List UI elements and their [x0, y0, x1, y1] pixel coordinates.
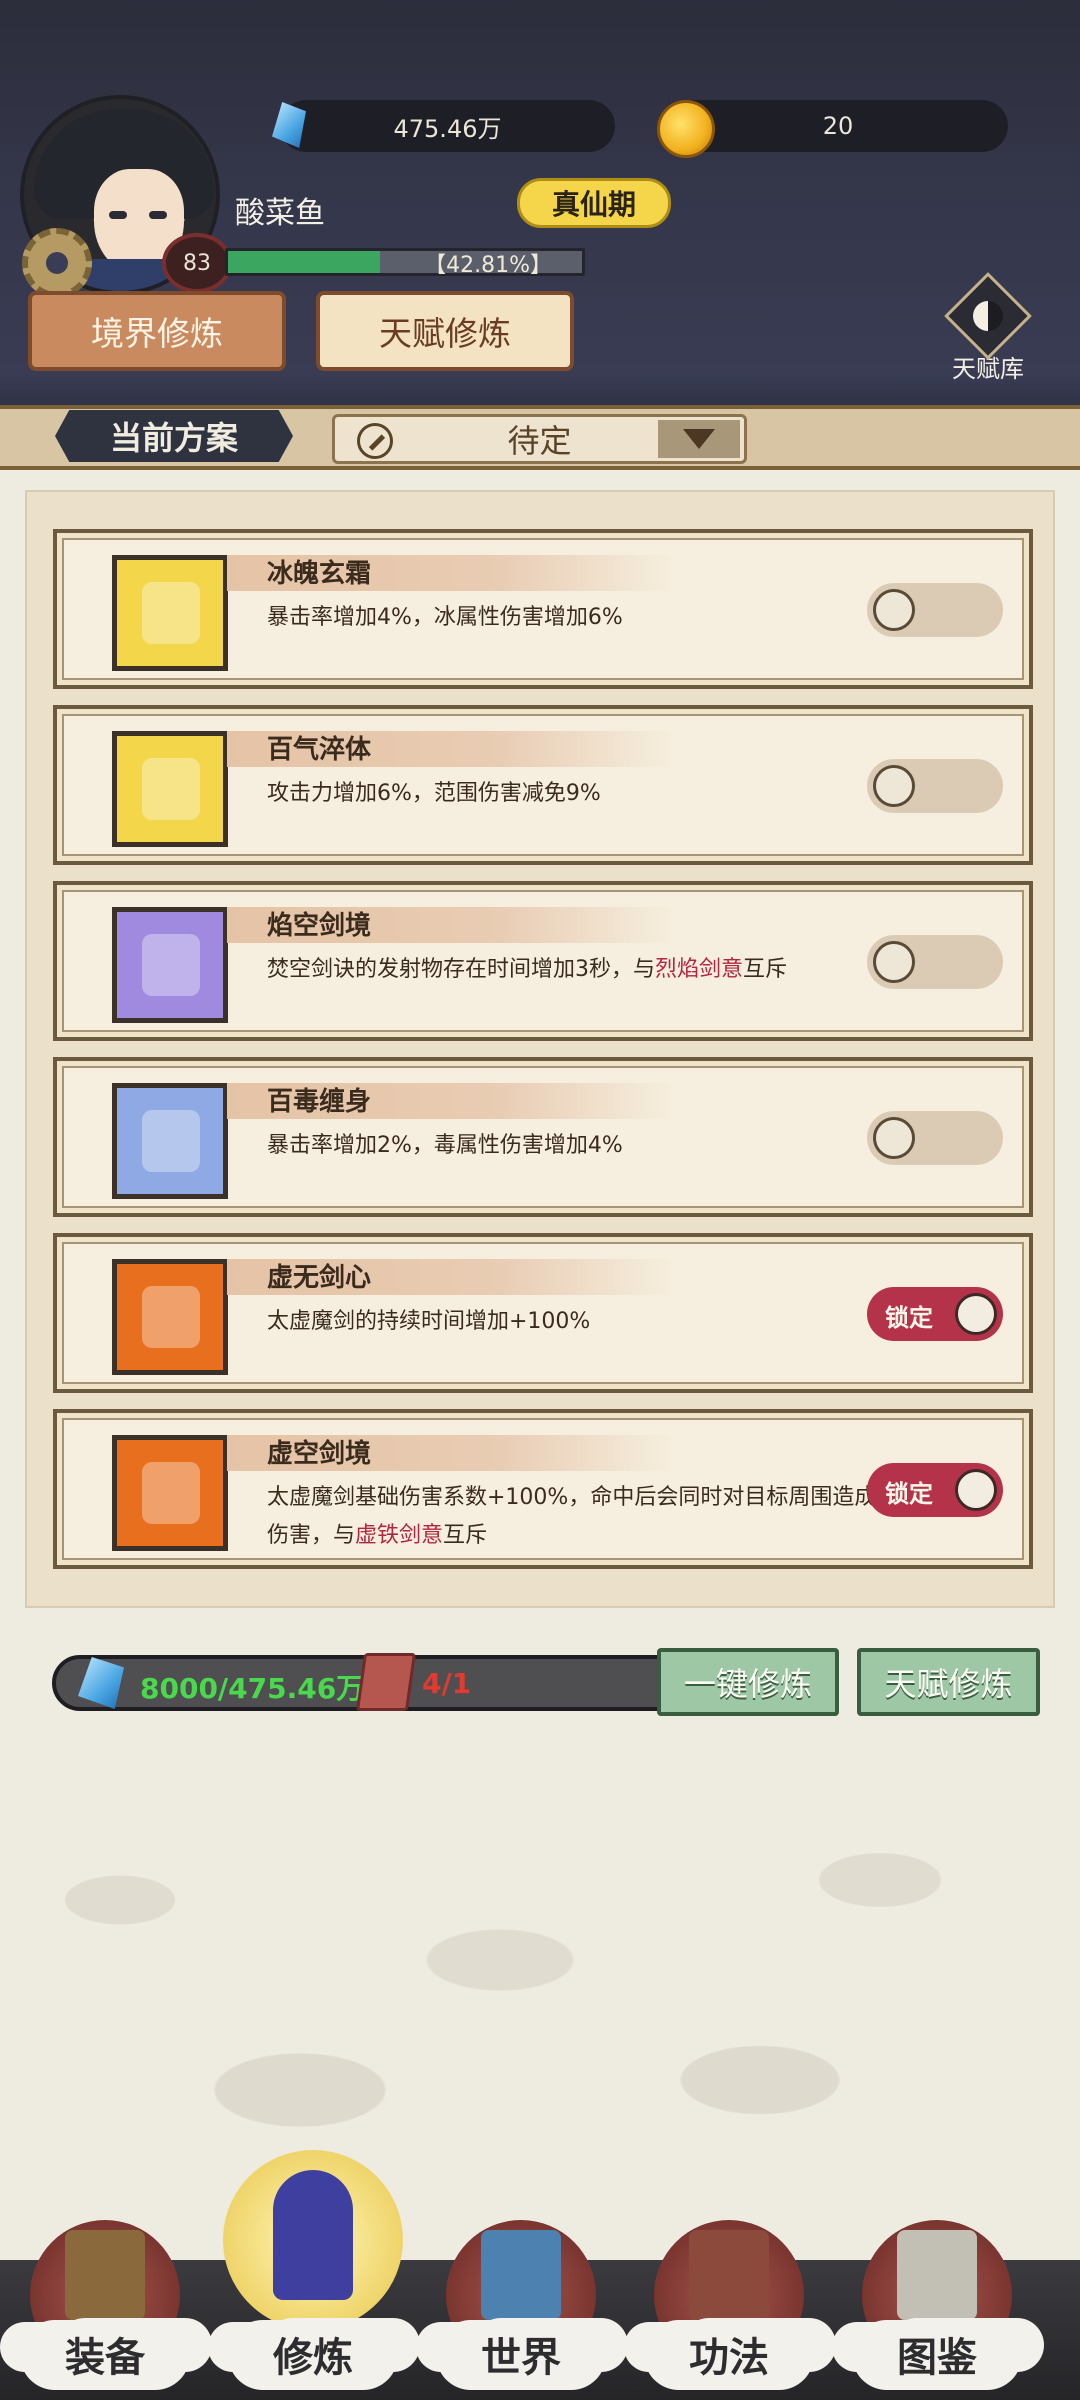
talent-lock-toggle[interactable] [867, 583, 1003, 637]
talent-name: 百毒缠身 [267, 1087, 372, 1117]
nav-label: 装备 [65, 2334, 145, 2381]
flame-blade-icon [112, 731, 228, 847]
cultivation-icon [273, 2170, 353, 2300]
fire-claw-icon [112, 907, 228, 1023]
void-sword-icon [112, 1259, 228, 1375]
current-scheme-label: 当前方案 [55, 410, 293, 462]
talent-name: 百气淬体 [267, 735, 372, 765]
talent-description: 太虚魔剑的持续时间增加+100% [267, 1303, 887, 1341]
dagger-icon [112, 1435, 228, 1551]
talent-card: 虚空剑境太虚魔剑基础伤害系数+100%，命中后会同时对目标周围造成伤害，与虚铁剑… [53, 1409, 1033, 1569]
realm-badge: 真仙期 [517, 178, 671, 228]
nav-label: 修炼 [273, 2334, 353, 2381]
nav-item-0[interactable]: 装备 [10, 2200, 200, 2400]
talent-lock-toggle[interactable] [867, 935, 1003, 989]
crystal-cost-value: 8000/475.46万 [140, 1672, 365, 1705]
crystal-icon [262, 98, 318, 154]
settings-gear-icon[interactable] [22, 228, 92, 298]
nav-item-1[interactable]: 修炼 [218, 2150, 408, 2400]
talent-lock-toggle[interactable] [867, 759, 1003, 813]
talent-description: 暴击率增加4%，冰属性伤害增加6% [267, 599, 887, 637]
ice-sword-icon [112, 555, 228, 671]
nav-item-2[interactable]: 世界 [426, 2200, 616, 2400]
talent-library-button[interactable]: 天赋库 [935, 272, 1041, 385]
scheme-selected-value: 待定 [507, 422, 572, 460]
tab-realm-cultivation[interactable]: 境界修炼 [28, 291, 286, 371]
nav-item-3[interactable]: 功法 [634, 2200, 824, 2400]
crystal-amount: 475.46万 [393, 114, 502, 143]
scheme-select[interactable]: 待定 [332, 414, 747, 464]
lock-label: 锁定 [885, 1304, 933, 1332]
talent-lock-toggle[interactable]: 锁定 [867, 1463, 1003, 1517]
gold-coin-icon [655, 98, 715, 158]
talent-description: 攻击力增加6%，范围伤害减免9% [267, 775, 887, 813]
conflict-talent-link[interactable]: 虚铁剑意 [355, 1523, 443, 1548]
toggle-knob [873, 765, 915, 807]
one-click-train-button[interactable]: 一键修炼 [657, 1648, 839, 1716]
level-badge: 83 [162, 233, 232, 293]
talent-card: 焰空剑境焚空剑诀的发射物存在时间增加3秒，与烈焰剑意互斥 [53, 881, 1033, 1041]
gold-counter: 20 [668, 100, 1008, 152]
talent-description-text: 焚空剑诀的发射物存在时间增加3秒，与 [267, 957, 655, 982]
talent-card: 百毒缠身暴击率增加2%，毒属性伤害增加4% [53, 1057, 1033, 1217]
nav-label: 世界 [481, 2334, 561, 2381]
scroll-books-icon [689, 2230, 769, 2320]
talent-card: 虚无剑心太虚魔剑的持续时间增加+100% 锁定 [53, 1233, 1033, 1393]
exp-progress-bar: 【42.81%】 [225, 248, 585, 278]
toggle-knob [955, 1469, 997, 1511]
talent-description-text: 互斥 [743, 957, 788, 982]
toggle-knob [955, 1293, 997, 1335]
talent-description-text: 暴击率增加2%，毒属性伤害增加4% [267, 1133, 623, 1158]
talent-lock-toggle[interactable]: 锁定 [867, 1287, 1003, 1341]
talent-book-icon [355, 1653, 417, 1711]
gold-amount: 20 [822, 112, 854, 140]
nav-item-4[interactable]: 图鉴 [842, 2200, 1032, 2400]
crystal-counter: 475.46万 [280, 100, 615, 152]
conflict-talent-link[interactable]: 烈焰剑意 [655, 957, 743, 982]
tab-talent-cultivation[interactable]: 天赋修炼 [316, 291, 574, 371]
talent-name: 虚空剑境 [267, 1439, 372, 1469]
talent-description: 焚空剑诀的发射物存在时间增加3秒，与烈焰剑意互斥 [267, 951, 887, 989]
talent-name: 焰空剑境 [267, 911, 372, 941]
bottom-nav: 装备 修炼 世界 功法 图鉴 [0, 2150, 1080, 2400]
talent-description: 太虚魔剑基础伤害系数+100%，命中后会同时对目标周围造成伤害，与虚铁剑意互斥 [267, 1479, 887, 1555]
edit-pencil-icon[interactable] [357, 423, 393, 459]
talent-description-text: 互斥 [443, 1523, 488, 1548]
chevron-down-icon[interactable] [658, 420, 740, 458]
talent-train-button[interactable]: 天赋修炼 [857, 1648, 1040, 1716]
world-map-icon [481, 2230, 561, 2320]
talent-description-text: 暴击率增加4%，冰属性伤害增加6% [267, 605, 623, 630]
nav-label: 图鉴 [897, 2334, 977, 2381]
yin-yang-icon [944, 272, 1032, 360]
exp-progress-text: 【42.81%】 [424, 253, 552, 278]
talent-card: 冰魄玄霜暴击率增加4%，冰属性伤害增加6% [53, 529, 1033, 689]
talent-description-text: 攻击力增加6%，范围伤害减免9% [267, 781, 601, 806]
talent-name: 冰魄玄霜 [267, 559, 372, 589]
codex-book-icon [897, 2230, 977, 2320]
talent-description: 暴击率增加2%，毒属性伤害增加4% [267, 1127, 887, 1165]
talent-list-panel: 冰魄玄霜 暴击率增加4%，冰属性伤害增加6% 百气淬体 攻击力增加6%，范围伤害减免9… [25, 490, 1055, 1608]
talent-card: 百气淬体攻击力增加6%，范围伤害减免9% [53, 705, 1033, 865]
toggle-knob [873, 589, 915, 631]
lock-label: 锁定 [885, 1480, 933, 1508]
talent-description-text: 太虚魔剑的持续时间增加+100% [267, 1309, 591, 1334]
poison-sword-icon [112, 1083, 228, 1199]
cloud-decoration [0, 1760, 1080, 2200]
talent-book-count: 4/1 [422, 1667, 472, 1700]
nav-label: 功法 [689, 2334, 769, 2381]
toggle-knob [873, 941, 915, 983]
toggle-knob [873, 1117, 915, 1159]
player-name: 酸菜鱼 [235, 196, 325, 231]
talent-name: 虚无剑心 [267, 1263, 372, 1293]
talent-lock-toggle[interactable] [867, 1111, 1003, 1165]
equipment-icon [65, 2230, 145, 2320]
